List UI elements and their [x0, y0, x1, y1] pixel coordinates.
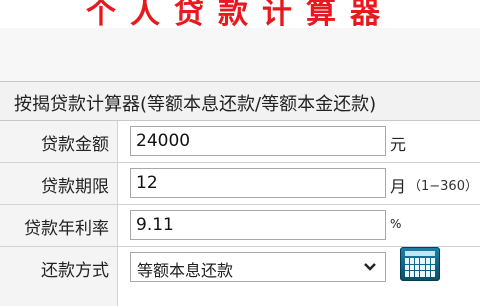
- label-cell: 还款方式: [0, 247, 118, 306]
- chevron-down-icon: [364, 263, 376, 271]
- term-label: 贷款期限: [41, 177, 109, 197]
- amount-unit: 元: [390, 135, 407, 154]
- label-cell: 贷款金额: [0, 121, 118, 162]
- method-label: 还款方式: [41, 261, 109, 281]
- label-cell: 贷款年利率: [0, 205, 118, 246]
- term-range-hint: （1−360）: [408, 179, 478, 194]
- rate-input[interactable]: [130, 210, 386, 240]
- input-cell: %: [118, 205, 480, 246]
- form-row-method: 还款方式 等额本息还款: [0, 247, 480, 306]
- section-title: 按揭贷款计算器(等额本息还款/等额本金还款): [14, 94, 377, 115]
- calculator-icon[interactable]: [400, 247, 440, 281]
- rate-unit: %: [390, 217, 402, 231]
- banner: 个人贷款计算器: [0, 0, 480, 31]
- input-cell: 等额本息还款: [118, 247, 480, 306]
- calculator-keys: [405, 258, 435, 277]
- input-cell: 月 （1−360）: [118, 163, 480, 204]
- calculator-screen: [405, 251, 435, 256]
- section-header: 按揭贷款计算器(等额本息还款/等额本金还款): [0, 81, 480, 121]
- amount-input[interactable]: [130, 126, 386, 156]
- selected-method: 等额本息还款: [137, 261, 234, 280]
- amount-label: 贷款金额: [41, 135, 109, 155]
- repayment-method-select[interactable]: 等额本息还款: [130, 252, 386, 282]
- input-cell: 元: [118, 121, 480, 162]
- label-cell: 贷款期限: [0, 163, 118, 204]
- term-input[interactable]: [130, 168, 386, 198]
- loan-form: 贷款金额 元 贷款期限 月 （1−360） 贷款年利率 % 还款方式: [0, 121, 480, 306]
- form-row-term: 贷款期限 月 （1−360）: [0, 163, 480, 205]
- rate-label: 贷款年利率: [24, 219, 109, 239]
- form-row-rate: 贷款年利率 %: [0, 205, 480, 247]
- form-row-amount: 贷款金额 元: [0, 121, 480, 163]
- spacer: [0, 28, 480, 81]
- term-unit: 月: [390, 177, 407, 196]
